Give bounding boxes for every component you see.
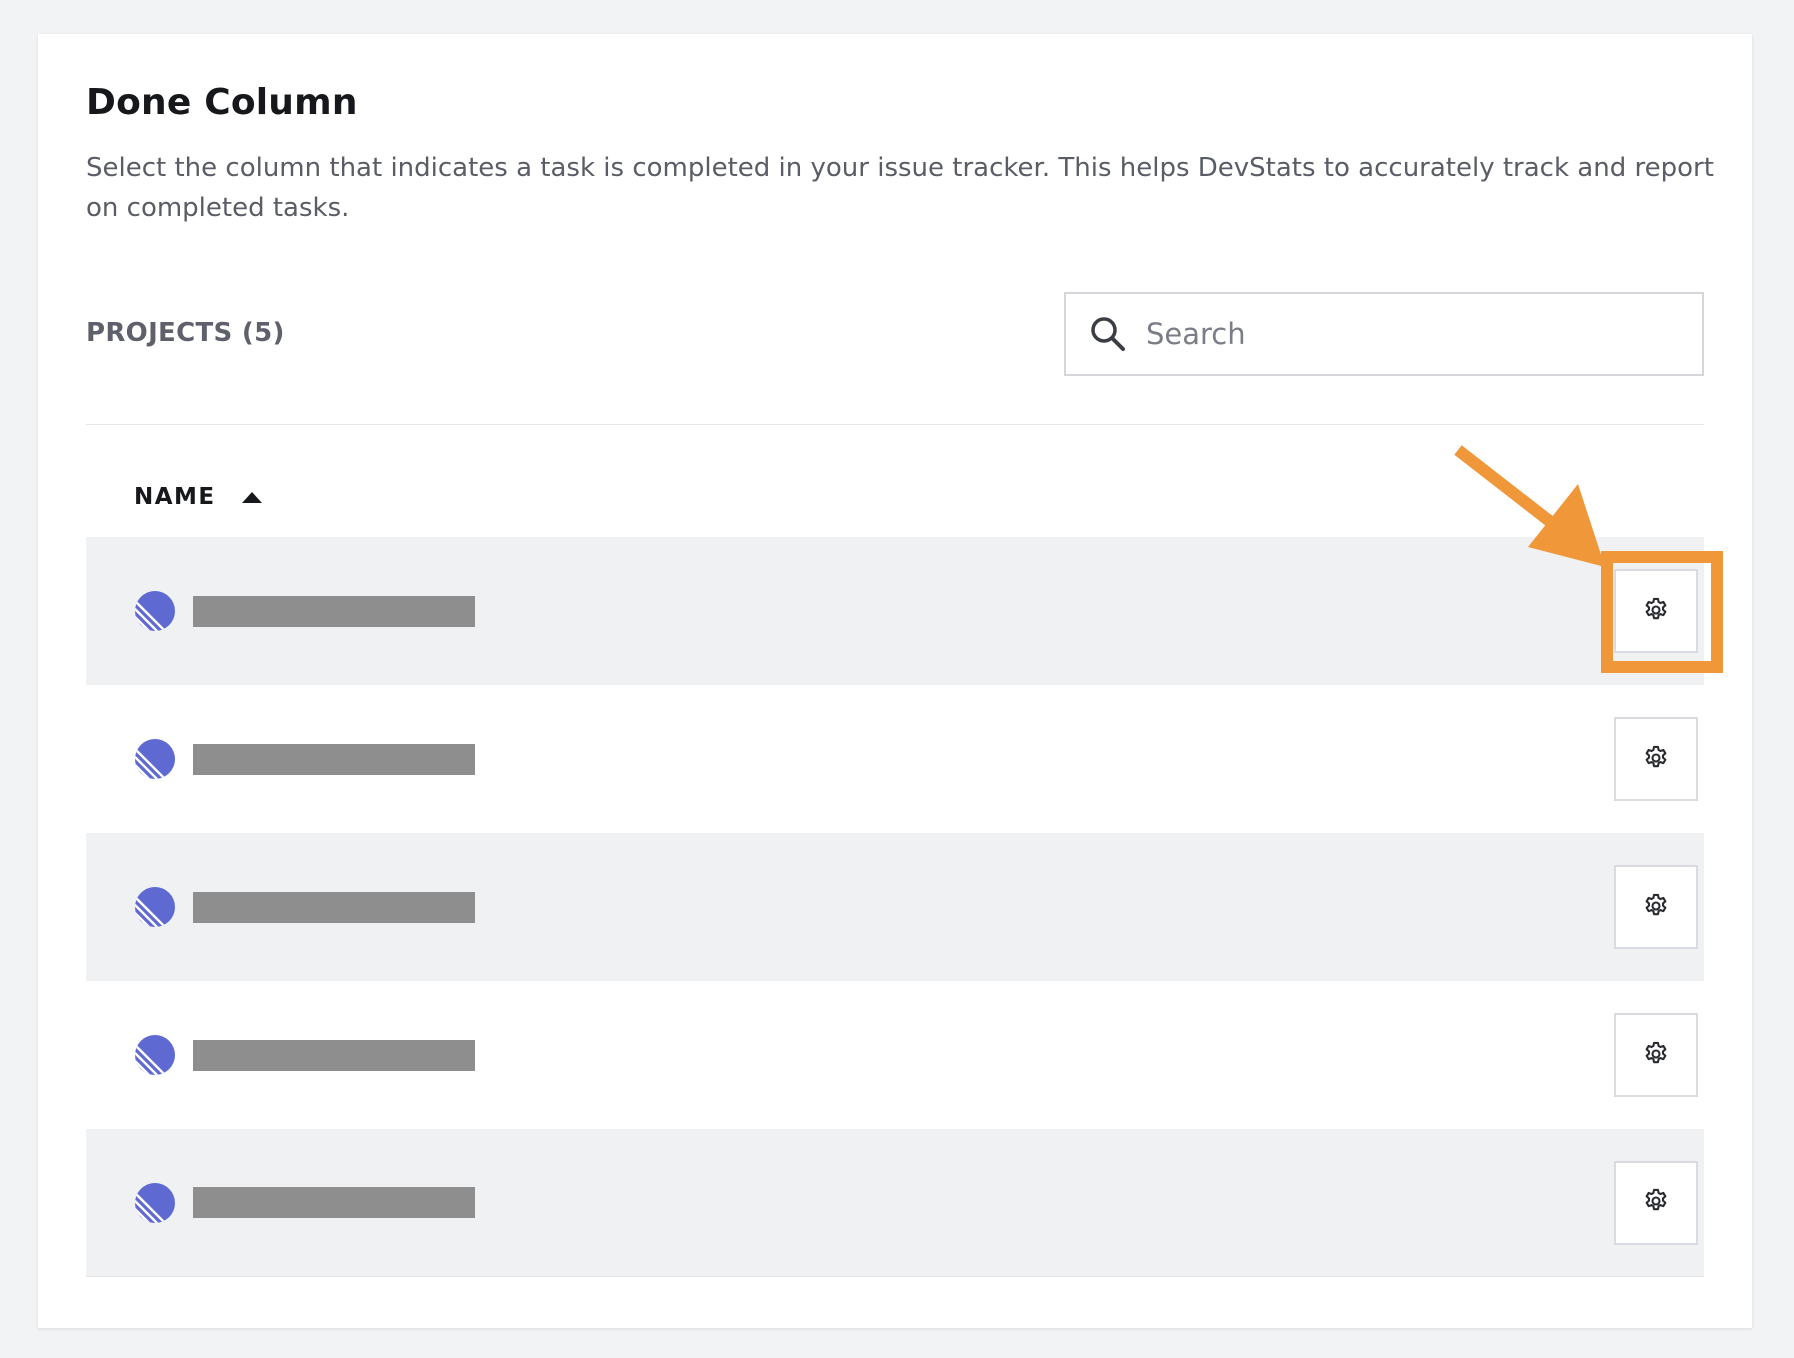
linear-logo-icon [134, 1034, 176, 1076]
project-settings-button[interactable] [1614, 1013, 1698, 1097]
project-name-redacted [193, 891, 475, 923]
header-divider [86, 424, 1704, 425]
gear-icon [1642, 892, 1670, 923]
page-title: Done Column [86, 82, 358, 123]
search-input[interactable] [1146, 317, 1666, 351]
linear-logo-icon [134, 738, 176, 780]
column-header-name-label: NAME [134, 484, 216, 510]
gear-icon [1642, 596, 1670, 627]
search-icon [1086, 312, 1130, 356]
gear-icon [1642, 1040, 1670, 1071]
table-row [86, 537, 1723, 685]
page-description: Select the column that indicates a task … [86, 153, 1714, 223]
project-settings-button[interactable] [1614, 865, 1698, 949]
table-row [86, 981, 1704, 1129]
table-row [86, 1129, 1704, 1277]
project-settings-button[interactable] [1614, 569, 1698, 653]
table-row [86, 833, 1704, 981]
linear-logo-icon [134, 1182, 176, 1224]
projects-table [86, 537, 1723, 1277]
sort-ascending-icon [241, 491, 262, 503]
project-name-redacted [193, 1187, 475, 1218]
done-column-card: Done Column Select the column that indic… [38, 34, 1752, 1328]
table-row [86, 685, 1704, 833]
linear-logo-icon [134, 886, 176, 928]
gear-icon [1642, 744, 1670, 775]
column-header-name[interactable]: NAME [134, 484, 262, 510]
linear-logo-icon [134, 590, 176, 632]
project-name-redacted [193, 743, 475, 775]
project-settings-button[interactable] [1614, 1160, 1698, 1245]
project-name-redacted [193, 595, 475, 627]
search-box[interactable] [1064, 292, 1704, 376]
project-name-redacted [193, 1039, 475, 1071]
project-settings-button[interactable] [1614, 717, 1698, 801]
projects-count-label: PROJECTS (5) [86, 318, 285, 348]
gear-icon [1642, 1187, 1670, 1218]
